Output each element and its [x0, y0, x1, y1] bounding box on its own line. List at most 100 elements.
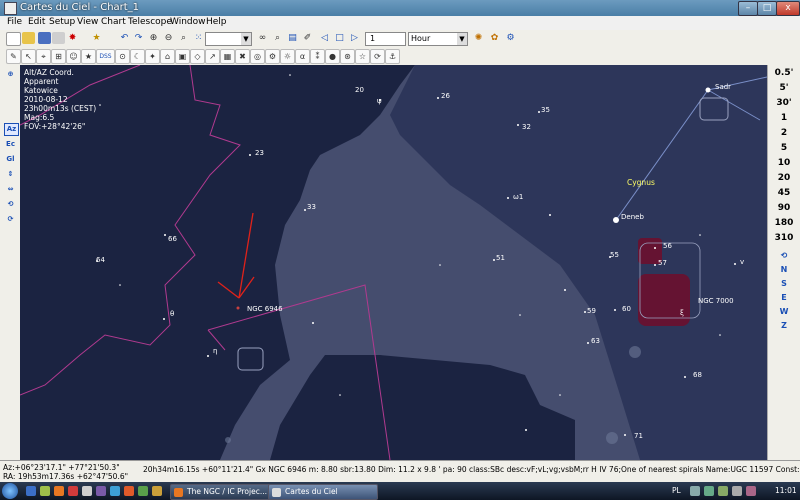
ecliptic-button[interactable]: Ec: [4, 139, 17, 150]
rotate-left-button[interactable]: ⟲: [4, 199, 17, 210]
tray-icon[interactable]: [746, 486, 756, 496]
binoculars-icon[interactable]: ∞: [256, 32, 269, 44]
rotate-right-button[interactable]: ⟳: [4, 214, 17, 225]
next-icon[interactable]: ▷: [348, 32, 361, 44]
opera-icon[interactable]: [68, 486, 78, 496]
menu-window[interactable]: Window: [170, 17, 206, 27]
language-indicator[interactable]: PL: [672, 486, 681, 495]
animation-icon[interactable]: ✺: [472, 32, 485, 44]
toolbar2-button-17[interactable]: ◎: [250, 49, 265, 64]
zoom-in-icon[interactable]: ⊕: [147, 32, 160, 44]
folder-icon[interactable]: [152, 486, 162, 496]
utility-icon[interactable]: [138, 486, 148, 496]
new-icon[interactable]: [6, 32, 21, 46]
toolbar2-button-18[interactable]: ⚙: [265, 49, 280, 64]
menu-chart[interactable]: Chart: [101, 17, 126, 27]
toolbar2-button-2[interactable]: ↖: [21, 49, 36, 64]
firefox-icon[interactable]: [54, 486, 64, 496]
fov-button[interactable]: 310: [770, 233, 798, 243]
clock[interactable]: 11:01: [775, 486, 797, 495]
fov-button[interactable]: 1: [770, 113, 798, 123]
zenith-button[interactable]: Z: [777, 321, 791, 331]
tray-icon[interactable]: [732, 486, 742, 496]
rotate-icon[interactable]: ⟲: [777, 251, 791, 261]
redo-icon[interactable]: ↷: [132, 32, 145, 44]
toolbar2-button-6[interactable]: ★: [81, 49, 96, 64]
refresh-icon[interactable]: ✿: [488, 32, 501, 44]
start-button[interactable]: [2, 483, 18, 499]
stop-icon[interactable]: □: [333, 32, 346, 44]
search-icon[interactable]: ⌕: [271, 32, 284, 44]
sky-chart[interactable]: Alt/AZ Coord. Apparent Katowice 2010-08-…: [20, 65, 767, 460]
browser-icon[interactable]: [124, 486, 134, 496]
flip-vertical-button[interactable]: ⇕: [4, 169, 17, 180]
zoom-out-icon[interactable]: ⊖: [162, 32, 175, 44]
object-label-ngc6946[interactable]: NGC 6946: [247, 305, 283, 313]
menu-edit[interactable]: Edit: [28, 17, 45, 27]
toolbar2-button-24[interactable]: ☆: [355, 49, 370, 64]
grid-icon[interactable]: ⁙: [192, 32, 205, 44]
desktop-icon[interactable]: [40, 486, 50, 496]
toolbar2-button-1[interactable]: ✎: [6, 49, 21, 64]
fov-button[interactable]: 20: [770, 173, 798, 183]
object-label-ngc7000[interactable]: NGC 7000: [698, 297, 734, 305]
fov-button[interactable]: 180: [770, 218, 798, 228]
menu-file[interactable]: File: [7, 17, 22, 27]
taskbar-cartes[interactable]: Cartes du Ciel: [268, 484, 378, 500]
settings-icon[interactable]: ⚙: [504, 32, 517, 44]
taskbar-firefox[interactable]: The NGC / IC Projec...: [170, 484, 280, 500]
toolbar2-button-12[interactable]: ▣: [175, 49, 190, 64]
mark-icon[interactable]: ✐: [301, 32, 314, 44]
object-combo[interactable]: ▼: [205, 32, 252, 46]
save-icon[interactable]: [38, 32, 51, 44]
toolbar2-button-21[interactable]: ⁑: [310, 49, 325, 64]
toolbar2-button-16[interactable]: ✖: [235, 49, 250, 64]
altaz-button[interactable]: Az: [4, 123, 19, 136]
toolbar2-button-8[interactable]: ⊙: [115, 49, 130, 64]
print-icon[interactable]: [52, 32, 65, 44]
star-icon[interactable]: ★: [90, 32, 103, 44]
north-button[interactable]: N: [777, 265, 791, 275]
close-button[interactable]: x: [776, 1, 800, 16]
toolbar2-button-23[interactable]: ⊛: [340, 49, 355, 64]
minimize-button[interactable]: –: [738, 1, 758, 16]
fov-button[interactable]: 45: [770, 188, 798, 198]
toolbar2-button-10[interactable]: ✦: [145, 49, 160, 64]
west-button[interactable]: W: [777, 307, 791, 317]
dss-button[interactable]: DSS: [96, 49, 115, 64]
ie-icon[interactable]: [26, 486, 36, 496]
messenger-icon[interactable]: [110, 486, 120, 496]
left-toolbar-button-1[interactable]: ⊕: [4, 69, 17, 80]
menu-setup[interactable]: Setup: [49, 17, 75, 27]
app-quicklaunch-icon[interactable]: [82, 486, 92, 496]
fov-button[interactable]: 5: [770, 143, 798, 153]
toolbar2-button-15[interactable]: ▦: [220, 49, 235, 64]
toolbar2-button-20[interactable]: α: [295, 49, 310, 64]
anchor-button[interactable]: ⚓: [385, 49, 400, 64]
menu-help[interactable]: Help: [206, 17, 227, 27]
fov-button[interactable]: 0.5': [770, 68, 798, 78]
fov-button[interactable]: 10: [770, 158, 798, 168]
galactic-button[interactable]: Gl: [4, 154, 17, 165]
toolbar2-button-19[interactable]: ☼: [280, 49, 295, 64]
open-icon[interactable]: [22, 32, 35, 44]
menu-view[interactable]: View: [77, 17, 98, 27]
toolbar2-button-3[interactable]: ⌖: [36, 49, 51, 64]
tray-icon[interactable]: [690, 486, 700, 496]
time-unit-select[interactable]: Hour ▼: [408, 32, 468, 46]
toolbar2-button-4[interactable]: ⊞: [51, 49, 66, 64]
flip-horizontal-button[interactable]: ⇔: [4, 184, 17, 195]
fov-button[interactable]: 2: [770, 128, 798, 138]
toolbar2-button-5[interactable]: ☺: [66, 49, 81, 64]
toolbar2-button-25[interactable]: ⟳: [370, 49, 385, 64]
fov-button[interactable]: 30': [770, 98, 798, 108]
fov-button[interactable]: 90: [770, 203, 798, 213]
step-spinner[interactable]: 1: [365, 32, 406, 46]
tray-icon[interactable]: [718, 486, 728, 496]
toolbar2-button-14[interactable]: ↗: [205, 49, 220, 64]
toolbar2-button-13[interactable]: ◇: [190, 49, 205, 64]
toolbar2-button-11[interactable]: ⌂: [160, 49, 175, 64]
maximize-button[interactable]: □: [757, 1, 777, 16]
south-button[interactable]: S: [777, 279, 791, 289]
zoom-fit-icon[interactable]: ⌕: [177, 32, 190, 44]
